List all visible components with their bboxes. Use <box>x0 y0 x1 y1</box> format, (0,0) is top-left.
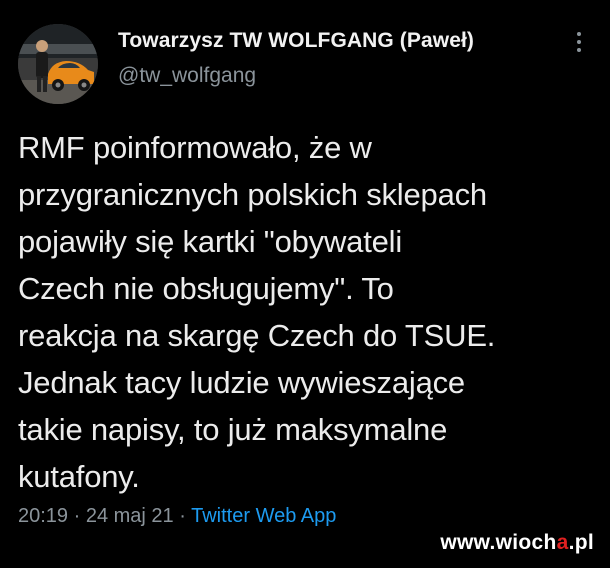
site-watermark: www.wiocha.pl <box>440 531 594 555</box>
author-avatar[interactable] <box>18 24 98 104</box>
more-dot <box>577 40 581 44</box>
tweet-meta: 20:19 · 24 maj 21 · Twitter Web App <box>18 505 336 528</box>
watermark-prefix: www.wioch <box>440 531 557 554</box>
author-display-name[interactable]: Towarzysz TW WOLFGANG (Paweł) <box>118 29 474 53</box>
more-vertical-icon[interactable] <box>572 32 586 58</box>
meta-separator: · <box>173 505 192 527</box>
tweet-time[interactable]: 20:19 <box>18 505 68 527</box>
watermark-suffix: .pl <box>568 531 594 554</box>
tweet-source-link[interactable]: Twitter Web App <box>191 505 336 527</box>
more-dot <box>577 48 581 52</box>
tweet-text: RMF poinformowało, że w przygranicznych … <box>18 130 496 494</box>
tweet-date[interactable]: 24 maj 21 <box>86 505 174 527</box>
more-dot <box>577 32 581 36</box>
avatar-image-icon <box>18 24 98 104</box>
tweet-card: Towarzysz TW WOLFGANG (Paweł) @tw_wolfga… <box>0 0 610 568</box>
author-handle[interactable]: @tw_wolfgang <box>118 64 256 88</box>
watermark-accent: a <box>556 531 569 554</box>
meta-separator: · <box>68 505 86 527</box>
